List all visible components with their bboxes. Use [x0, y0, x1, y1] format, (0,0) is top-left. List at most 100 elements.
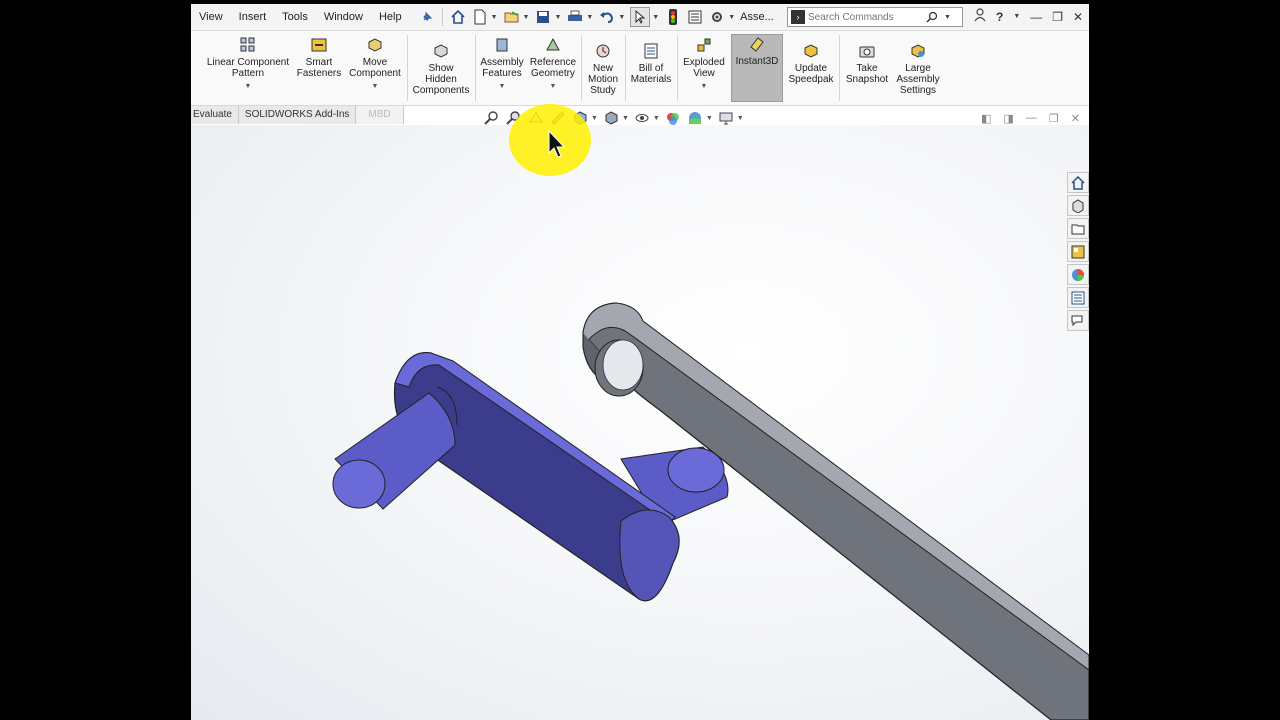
tile-right-icon[interactable]: ◨ [1003, 112, 1013, 125]
appearances-icon[interactable] [1067, 264, 1089, 285]
close-icon[interactable]: ✕ [1073, 10, 1083, 24]
button-label: Reference Geometry [529, 57, 577, 79]
chevron-down-icon[interactable]: ▼ [701, 81, 708, 92]
take-snapshot-button[interactable]: Take Snapshot [841, 42, 893, 108]
minimize-icon[interactable]: — [1030, 10, 1042, 24]
menu-help[interactable]: Help [371, 11, 410, 23]
tab-evaluate[interactable]: Evaluate [191, 106, 239, 124]
view-settings-icon[interactable] [718, 110, 734, 126]
options-icon[interactable] [708, 8, 726, 26]
zoom-to-fit-icon[interactable] [484, 110, 500, 126]
button-label: Large Assembly Settings [896, 63, 940, 96]
assembly-model[interactable] [191, 125, 1089, 720]
undo-icon[interactable] [598, 8, 616, 26]
reference-geometry-button[interactable]: Reference Geometry ▼ [527, 36, 579, 102]
file-explorer-icon[interactable] [1067, 218, 1089, 239]
exploded-view-icon [697, 38, 711, 52]
chevron-down-icon[interactable]: ▼ [737, 115, 744, 122]
chevron-down-icon[interactable]: ▼ [618, 14, 625, 21]
motion-study-icon [596, 44, 610, 58]
select-icon[interactable] [630, 7, 651, 27]
new-document-icon[interactable] [471, 8, 489, 26]
ribbon-separator [475, 35, 476, 101]
open-icon[interactable] [503, 8, 521, 26]
chevron-down-icon[interactable]: ▼ [523, 14, 530, 21]
toolbar-separator [441, 8, 443, 26]
large-assembly-icon [911, 44, 925, 58]
ribbon-separator [407, 35, 408, 101]
traffic-light-icon[interactable] [664, 8, 682, 26]
menu-insert[interactable]: Insert [231, 11, 275, 23]
search-icon[interactable] [926, 11, 938, 23]
chevron-down-icon[interactable]: ▼ [1013, 13, 1020, 20]
show-hidden-icon [434, 44, 448, 58]
forum-icon[interactable] [1067, 310, 1089, 331]
move-component-icon [368, 38, 382, 52]
help-icon[interactable]: ? [996, 10, 1003, 24]
linear-component-pattern-button[interactable]: Linear Component Pattern ▼ [205, 36, 291, 102]
display-style-icon[interactable] [603, 110, 619, 126]
smart-fasteners-button[interactable]: Smart Fasteners [293, 36, 345, 102]
search-commands[interactable]: › ▼ [787, 7, 963, 27]
custom-properties-icon[interactable] [1067, 287, 1089, 308]
solidworks-resources-icon[interactable] [1067, 172, 1089, 193]
view-palette-icon[interactable] [1067, 241, 1089, 262]
restore-icon[interactable]: ❐ [1052, 10, 1063, 24]
apply-scene-icon[interactable] [687, 110, 703, 126]
chevron-down-icon[interactable]: ▼ [554, 14, 561, 21]
menu-window[interactable]: Window [316, 11, 371, 23]
speedpak-icon [804, 44, 818, 58]
bill-of-materials-button[interactable]: Bill of Materials [627, 42, 675, 108]
edit-appearance-icon[interactable] [665, 110, 681, 126]
menu-view[interactable]: View [191, 11, 231, 23]
chevron-down-icon[interactable]: ▼ [653, 115, 660, 122]
chevron-down-icon[interactable]: ▼ [591, 115, 598, 122]
save-icon[interactable] [534, 8, 552, 26]
chevron-down-icon[interactable]: ▼ [652, 14, 659, 21]
chevron-down-icon[interactable]: ▼ [550, 81, 557, 92]
large-assembly-settings-button[interactable]: Large Assembly Settings [893, 42, 943, 108]
show-hidden-components-button[interactable]: Show Hidden Components [411, 42, 471, 108]
pin-icon[interactable] [418, 8, 436, 26]
chevron-down-icon[interactable]: ▼ [491, 14, 498, 21]
chevron-down-icon[interactable]: ▼ [622, 115, 629, 122]
chevron-down-icon[interactable]: ▼ [372, 81, 379, 92]
search-input[interactable] [808, 11, 926, 23]
tab-solidworks-add-ins[interactable]: SOLIDWORKS Add-Ins [238, 106, 357, 124]
chevron-down-icon[interactable]: ▼ [706, 115, 713, 122]
close-icon[interactable]: ✕ [1071, 112, 1080, 125]
chevron-down-icon[interactable]: ▼ [944, 14, 951, 21]
assembly-features-button[interactable]: Assembly Features ▼ [479, 36, 525, 102]
bom-icon [644, 43, 658, 59]
minimize-icon[interactable]: — [1026, 112, 1037, 125]
menu-tools[interactable]: Tools [274, 11, 316, 23]
move-component-button[interactable]: Move Component ▼ [347, 36, 403, 102]
instant3d-button[interactable]: Instant3D [731, 34, 783, 102]
home-icon[interactable] [449, 8, 467, 26]
chevron-down-icon[interactable]: ▼ [728, 14, 735, 21]
restore-icon[interactable]: ❐ [1049, 112, 1059, 125]
snapshot-icon [859, 46, 875, 58]
design-library-icon[interactable] [1067, 195, 1089, 216]
assembly-label[interactable]: Asse... [740, 11, 774, 23]
user-icon[interactable] [974, 8, 986, 25]
tab-mbd[interactable]: MBD [356, 106, 404, 124]
hide-show-icon[interactable] [634, 110, 650, 126]
graphics-area[interactable] [191, 125, 1089, 720]
reference-geometry-icon [546, 37, 560, 51]
command-manager-tabs: Evaluate SOLIDWORKS Add-Ins MBD [191, 106, 404, 124]
update-speedpak-button[interactable]: Update Speedpak [787, 42, 835, 108]
new-motion-study-button[interactable]: New Motion Study [583, 42, 623, 108]
file-properties-icon[interactable] [686, 8, 704, 26]
button-label: Update Speedpak [788, 63, 834, 85]
button-label: Exploded View [683, 57, 725, 79]
chevron-down-icon[interactable]: ▼ [586, 14, 593, 21]
button-label: Show Hidden Components [412, 63, 470, 96]
tile-left-icon[interactable]: ◧ [981, 112, 991, 125]
print-icon[interactable] [566, 8, 584, 26]
ribbon-separator [625, 35, 626, 101]
exploded-view-button[interactable]: Exploded View ▼ [679, 36, 729, 102]
chevron-down-icon[interactable]: ▼ [499, 81, 506, 92]
chevron-down-icon[interactable]: ▼ [245, 81, 252, 92]
instant3d-icon [750, 37, 764, 52]
